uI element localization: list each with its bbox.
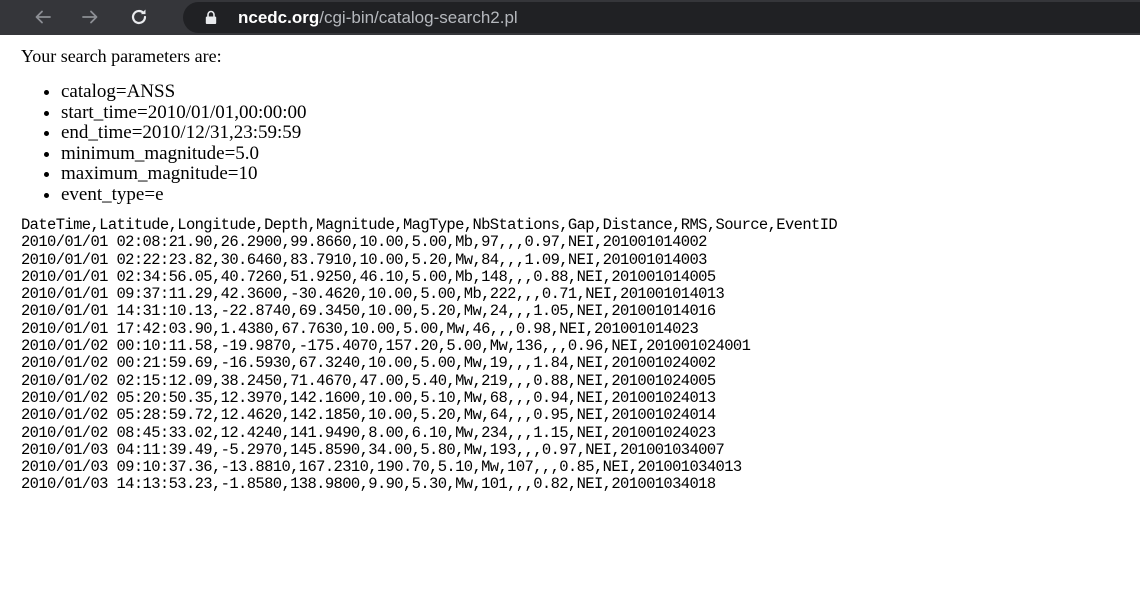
csv-row: 2010/01/02 00:21:59.69,-16.5930,67.3240,…: [21, 354, 716, 373]
csv-row: 2010/01/03 09:10:37.36,-13.8810,167.2310…: [21, 458, 742, 477]
url-domain: ncedc.org: [238, 8, 320, 27]
csv-row: 2010/01/03 04:11:39.49,-5.2970,145.8590,…: [21, 440, 725, 459]
csv-row: 2010/01/01 02:22:23.82,30.6460,83.7910,1…: [21, 250, 707, 269]
back-arrow-icon: [35, 10, 51, 24]
param-item: event_type=e: [61, 184, 1140, 206]
param-item: maximum_magnitude=10: [61, 163, 1140, 185]
param-item: catalog=ANSS: [61, 81, 1140, 103]
lock-icon: [205, 10, 217, 24]
csv-row: 2010/01/01 14:31:10.13,-22.8740,69.3450,…: [21, 302, 716, 321]
csv-row: 2010/01/03 14:13:53.23,-1.8580,138.9800,…: [21, 475, 716, 494]
reload-button[interactable]: [128, 6, 150, 28]
csv-row: 2010/01/01 02:34:56.05,40.7260,51.9250,4…: [21, 267, 716, 286]
param-item: end_time=2010/12/31,23:59:59: [61, 122, 1140, 144]
csv-row: 2010/01/02 08:45:33.02,12.4240,141.9490,…: [21, 423, 716, 442]
csv-header: DateTime,Latitude,Longitude,Depth,Magnit…: [21, 216, 838, 234]
address-bar[interactable]: ncedc.org/cgi-bin/catalog-search2.pl: [183, 2, 1140, 33]
back-button[interactable]: [32, 6, 54, 28]
page-content: Your search parameters are: catalog=ANSS…: [0, 35, 1140, 494]
csv-row: 2010/01/01 09:37:11.29,42.3600,-30.4620,…: [21, 285, 725, 304]
csv-results: DateTime,Latitude,Longitude,Depth,Magnit…: [21, 216, 1140, 494]
csv-row: 2010/01/01 17:42:03.90,1.4380,67.7630,10…: [21, 319, 699, 338]
url-path: /cgi-bin/catalog-search2.pl: [319, 8, 518, 27]
param-item: minimum_magnitude=5.0: [61, 143, 1140, 165]
csv-row: 2010/01/02 05:20:50.35,12.3970,142.1600,…: [21, 388, 716, 407]
search-parameters-heading: Your search parameters are:: [21, 46, 222, 66]
csv-row: 2010/01/02 02:15:12.09,38.2450,71.4670,4…: [21, 371, 716, 390]
csv-row: 2010/01/01 02:08:21.90,26.2900,99.8660,1…: [21, 233, 707, 252]
forward-button[interactable]: [79, 6, 101, 28]
reload-icon: [131, 9, 147, 25]
url-text: ncedc.org/cgi-bin/catalog-search2.pl: [238, 8, 518, 28]
csv-row: 2010/01/02 05:28:59.72,12.4620,142.1850,…: [21, 406, 716, 425]
forward-arrow-icon: [82, 10, 98, 24]
csv-row: 2010/01/02 00:10:11.58,-19.9870,-175.407…: [21, 337, 751, 356]
search-parameters-list: catalog=ANSS start_time=2010/01/01,00:00…: [21, 81, 1140, 206]
param-item: start_time=2010/01/01,00:00:00: [61, 102, 1140, 124]
browser-toolbar: ncedc.org/cgi-bin/catalog-search2.pl: [0, 0, 1140, 35]
